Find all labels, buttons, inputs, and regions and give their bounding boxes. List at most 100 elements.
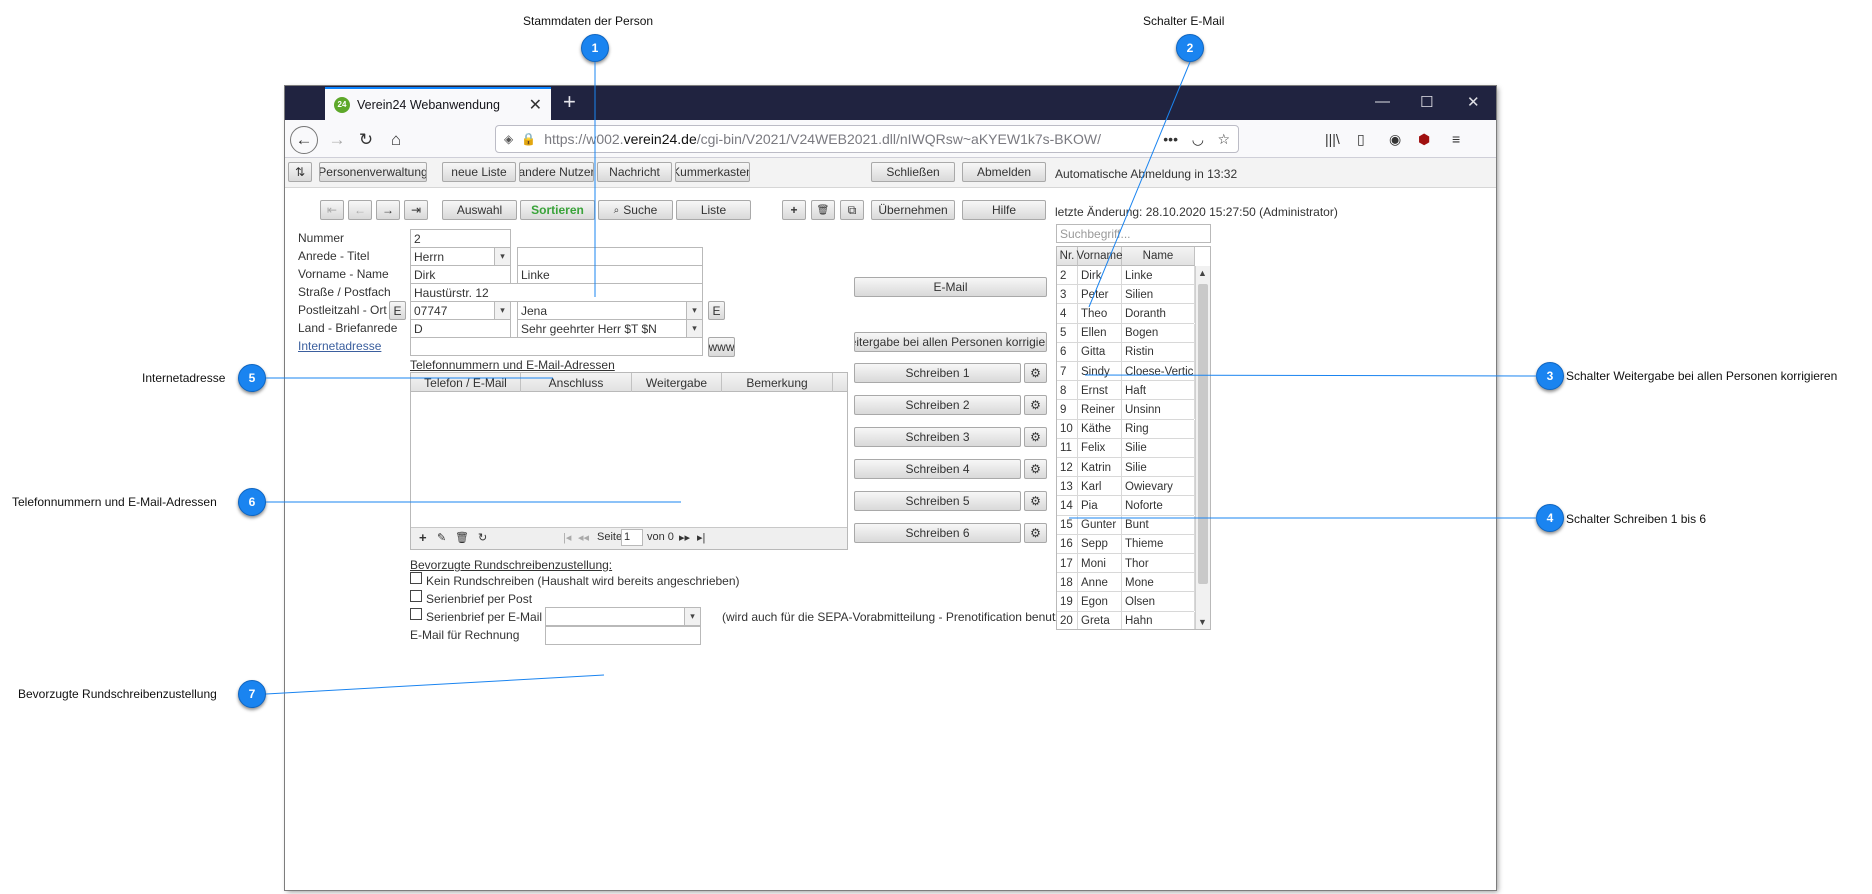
first-record-button[interactable]: ⇤ — [320, 200, 344, 220]
list-item[interactable]: 4 Theo Doranth — [1057, 304, 1195, 324]
personenverwaltung-button[interactable]: Personenverwaltung — [319, 162, 427, 182]
serienbrief-email-select[interactable]: ▾ — [545, 607, 701, 626]
schreiben-6-settings-icon[interactable]: ⚙ — [1024, 523, 1047, 543]
neue-liste-button[interactable]: neue Liste — [442, 162, 516, 182]
page-number-input[interactable]: 1 — [621, 529, 643, 546]
copy-icon[interactable]: ⧉ — [840, 200, 864, 220]
menu-icon[interactable]: ≡ — [1452, 131, 1460, 147]
schreiben-3-button[interactable]: Schreiben 3 — [854, 427, 1021, 447]
list-item[interactable]: 11 Felix Silie — [1057, 438, 1195, 458]
list-item[interactable]: 8 Ernst Haft — [1057, 381, 1195, 401]
weitergabe-korrigieren-button[interactable]: Weitergabe bei allen Personen korrigiere… — [854, 332, 1047, 352]
plz-select[interactable]: 07747 ▾ — [410, 301, 511, 320]
list-item[interactable]: 7 Sindy Cloese-Vertich — [1057, 362, 1195, 382]
plz-e-button[interactable]: E — [389, 301, 406, 320]
schreiben-5-settings-icon[interactable]: ⚙ — [1024, 491, 1047, 511]
person-search-input[interactable]: Suchbegriff... — [1056, 224, 1211, 243]
refresh-icon[interactable]: ↻ — [478, 531, 487, 544]
list-item[interactable]: 3 Peter Silien — [1057, 285, 1195, 305]
briefanrede-select[interactable]: Sehr geehrter Herr $T $N ▾ — [517, 319, 703, 338]
column-header[interactable]: Telefon / E-Mail — [411, 373, 521, 392]
forward-arrow-icon[interactable]: → — [323, 126, 351, 154]
kein-rundschreiben-checkbox[interactable] — [410, 572, 422, 584]
person-list-scrollbar[interactable]: ▲ ▼ — [1195, 266, 1210, 629]
sortieren-button[interactable]: Sortieren — [520, 200, 595, 220]
nummer-input[interactable]: 2 — [410, 229, 511, 248]
liste-button[interactable]: Liste — [676, 200, 751, 220]
list-item[interactable]: 14 Pia Noforte — [1057, 496, 1195, 516]
vorname-input[interactable]: Dirk — [410, 265, 511, 284]
home-icon[interactable]: ⌂ — [382, 126, 410, 154]
browser-tab[interactable]: 24 Verein24 Webanwendung ✕ — [325, 87, 551, 120]
maximize-icon[interactable]: ☐ — [1420, 93, 1433, 111]
anrede-select[interactable]: Herrn ▾ — [410, 247, 511, 266]
schliessen-button[interactable]: Schließen — [871, 162, 955, 182]
nachricht-button[interactable]: Nachricht — [597, 162, 672, 182]
list-item[interactable]: 12 Katrin Silie — [1057, 458, 1195, 478]
delete-icon[interactable]: 🗑 — [811, 200, 835, 220]
add-icon[interactable]: + — [782, 200, 806, 220]
schreiben-4-button[interactable]: Schreiben 4 — [854, 459, 1021, 479]
ublock-icon[interactable]: ⬢ — [1418, 131, 1430, 148]
list-item[interactable]: 10 Käthe Ring — [1057, 419, 1195, 439]
first-page-icon[interactable]: |◂ — [563, 531, 571, 544]
tab-close-icon[interactable]: ✕ — [529, 95, 542, 115]
url-bar[interactable]: ◈ 🔒 https://w002. verein24.de/cgi-bin/V20… — [495, 125, 1239, 153]
serienbrief-post-checkbox[interactable] — [410, 590, 422, 602]
name-input[interactable]: Linke — [517, 265, 703, 284]
schreiben-1-button[interactable]: Schreiben 1 — [854, 363, 1021, 383]
schreiben-4-settings-icon[interactable]: ⚙ — [1024, 459, 1047, 479]
schreiben-5-button[interactable]: Schreiben 5 — [854, 491, 1021, 511]
column-header[interactable]: Name — [1122, 247, 1195, 266]
previous-record-button[interactable]: ← — [348, 200, 372, 220]
list-item[interactable]: 6 Gitta Ristin — [1057, 342, 1195, 362]
last-page-icon[interactable]: ▸| — [697, 531, 705, 544]
list-item[interactable]: 5 Ellen Bogen — [1057, 323, 1195, 343]
window-close-icon[interactable]: ✕ — [1467, 93, 1480, 111]
suche-button[interactable]: ⌕ Suche — [598, 200, 673, 220]
page-actions-icon[interactable]: ••• — [1163, 131, 1178, 147]
column-header[interactable]: Bemerkung — [722, 373, 833, 392]
minimize-icon[interactable]: — — [1375, 93, 1390, 110]
land-input[interactable]: D — [410, 319, 511, 338]
next-page-icon[interactable]: ▸▸ — [679, 531, 690, 544]
new-tab-icon[interactable]: + — [563, 89, 576, 115]
column-header[interactable]: Anschluss — [521, 373, 632, 392]
last-record-button[interactable]: ⇥ — [404, 200, 428, 220]
list-item[interactable]: 17 Moni Thor — [1057, 554, 1195, 574]
strasse-input[interactable]: Haustürstr. 12 — [410, 283, 703, 302]
list-item[interactable]: 16 Sepp Thieme — [1057, 534, 1195, 554]
pocket-icon[interactable]: ◡ — [1192, 131, 1204, 148]
scrollbar-thumb[interactable] — [1198, 284, 1208, 584]
hilfe-button[interactable]: Hilfe — [962, 200, 1046, 220]
ort-e-button[interactable]: E — [708, 301, 725, 320]
schreiben-3-settings-icon[interactable]: ⚙ — [1024, 427, 1047, 447]
library-icon[interactable]: |||\ — [1325, 131, 1340, 147]
list-item[interactable]: 15 Gunter Bunt — [1057, 515, 1195, 535]
previous-page-icon[interactable]: ◂◂ — [578, 531, 589, 544]
next-record-button[interactable]: → — [376, 200, 400, 220]
schreiben-2-button[interactable]: Schreiben 2 — [854, 395, 1021, 415]
abmelden-button[interactable]: Abmelden — [962, 162, 1046, 182]
column-header[interactable]: Weitergabe — [632, 373, 722, 392]
account-icon[interactable]: ◉ — [1389, 131, 1401, 148]
schreiben-2-settings-icon[interactable]: ⚙ — [1024, 395, 1047, 415]
list-item[interactable]: 2 Dirk Linke — [1057, 266, 1195, 286]
column-header[interactable]: Nr. — [1057, 247, 1078, 266]
ort-select[interactable]: Jena ▾ — [517, 301, 703, 320]
back-arrow-icon[interactable]: ← — [290, 126, 318, 154]
edit-icon[interactable]: ✎ — [437, 531, 446, 544]
list-item[interactable]: 13 Karl Owievary — [1057, 477, 1195, 497]
column-header[interactable]: Vorname — [1076, 247, 1123, 266]
list-item[interactable]: 18 Anne Mone — [1057, 573, 1195, 593]
andere-nutzer-button[interactable]: andere Nutzer — [519, 162, 594, 182]
chevron-down-icon[interactable]: ▼ — [1198, 617, 1207, 627]
kummerkasten-button[interactable]: Kummerkasten — [675, 162, 750, 182]
serienbrief-email-checkbox[interactable] — [410, 608, 422, 620]
titel-input[interactable] — [517, 247, 703, 266]
internetadresse-input[interactable] — [410, 337, 703, 356]
uebernehmen-button[interactable]: Übernehmen — [871, 200, 955, 220]
email-rechnung-input[interactable] — [545, 626, 701, 645]
list-item[interactable]: 9 Reiner Unsinn — [1057, 400, 1195, 420]
chevron-up-icon[interactable]: ▲ — [1198, 268, 1207, 278]
